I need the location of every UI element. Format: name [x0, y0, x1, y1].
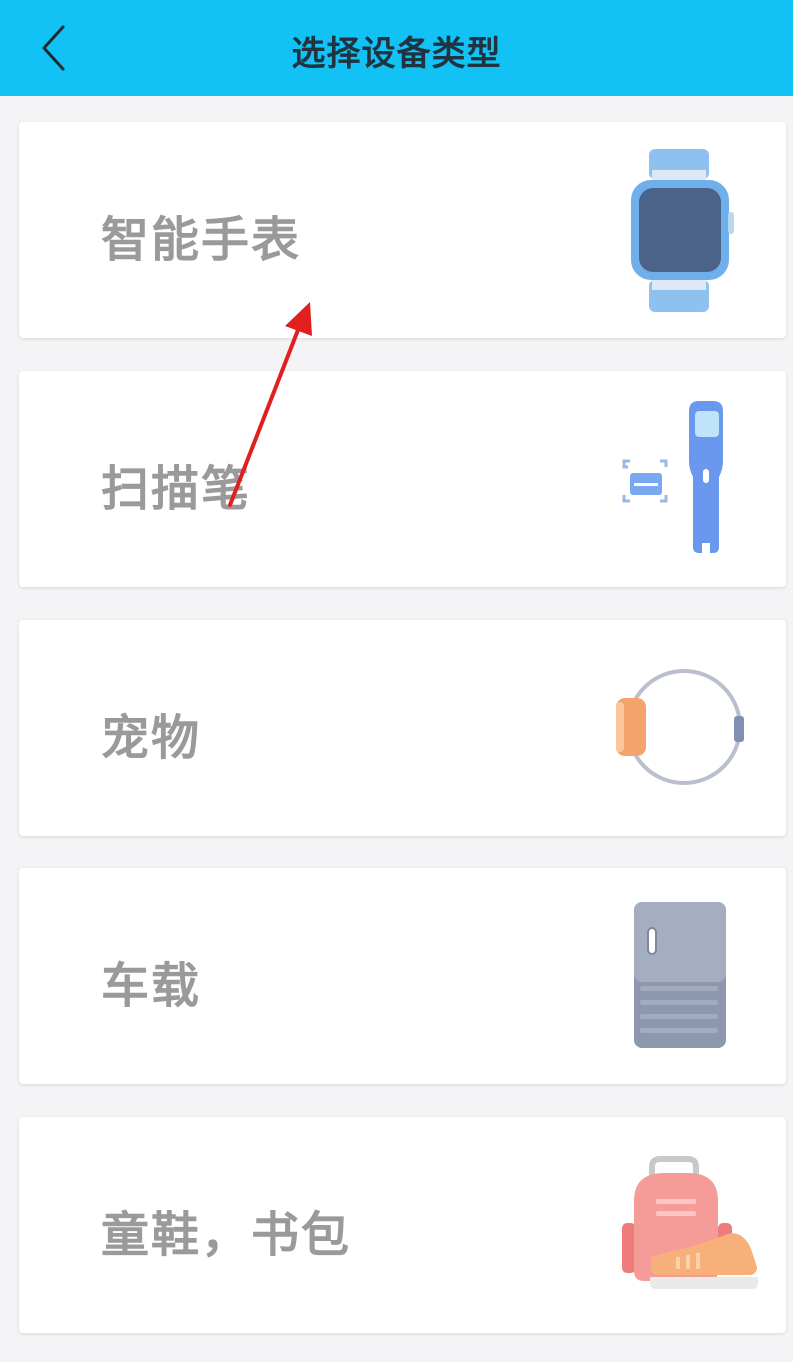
device-type-pet[interactable]: 宠物 — [19, 620, 786, 836]
device-type-shoe-bag[interactable]: 童鞋，书包 — [19, 1117, 786, 1333]
device-label: 扫描笔 — [101, 461, 252, 517]
device-label: 童鞋，书包 — [101, 1207, 352, 1263]
backpack-shoe-icon — [622, 1156, 758, 1289]
page-title: 选择设备类型 — [291, 34, 502, 74]
pet-collar-icon — [616, 669, 744, 785]
device-label: 宠物 — [101, 710, 202, 766]
device-label: 车载 — [101, 958, 202, 1014]
device-type-car[interactable]: 车载 — [19, 868, 786, 1084]
device-type-scan-pen[interactable]: 扫描笔 — [19, 371, 786, 587]
device-type-smartwatch[interactable]: 智能手表 — [19, 122, 786, 338]
top-bar: 选择设备类型 — [0, 0, 793, 96]
scan-pen-icon — [622, 401, 723, 555]
smartwatch-icon — [631, 149, 734, 312]
device-label: 智能手表 — [101, 212, 302, 268]
car-device-icon — [634, 902, 726, 1048]
